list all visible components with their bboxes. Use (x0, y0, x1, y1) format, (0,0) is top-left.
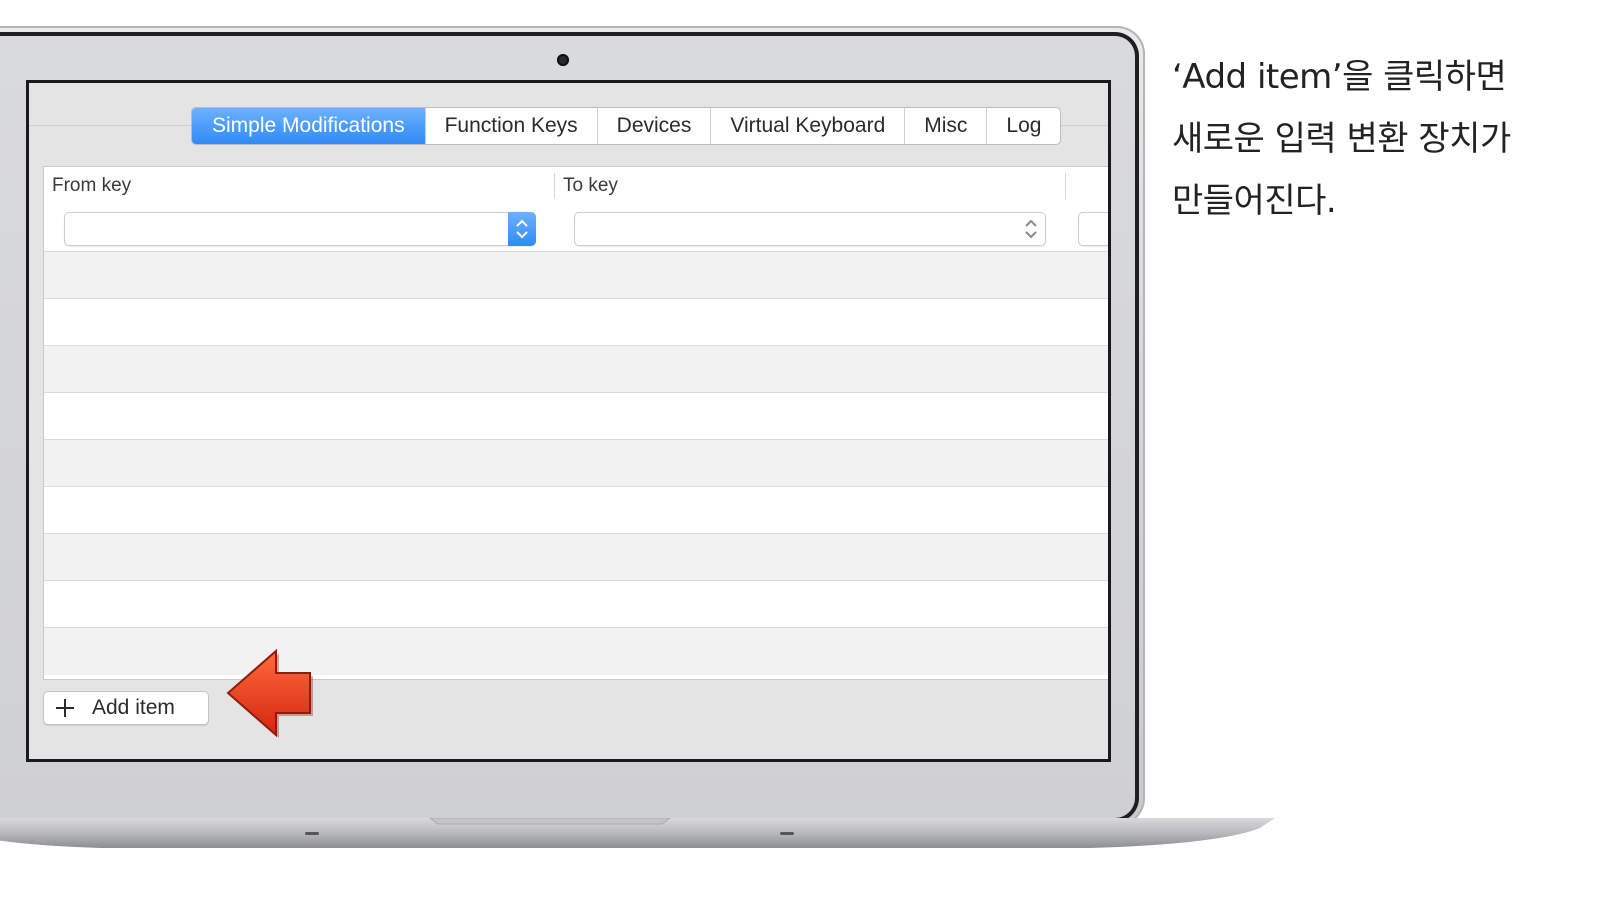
table-row (44, 628, 1108, 675)
table-row (44, 440, 1108, 487)
tab-bar: Simple Modifications Function Keys Devic… (191, 107, 1062, 145)
delete-column-button[interactable] (1078, 212, 1108, 246)
table-row (44, 534, 1108, 581)
tab-log[interactable]: Log (987, 108, 1060, 144)
plus-icon (54, 697, 76, 719)
caption: ‘Add item’을 클릭하면 새로운 입력 변환 장치가 만들어진다. (1172, 46, 1582, 232)
add-item-label: Add item (92, 696, 175, 719)
table-row (44, 205, 1108, 252)
tab-misc[interactable]: Misc (905, 108, 988, 144)
laptop-base (0, 818, 1275, 848)
to-key-stepper[interactable] (1017, 213, 1045, 245)
table-header: From key To key (44, 167, 1108, 206)
column-divider[interactable] (554, 173, 555, 199)
caption-line: 만들어진다. (1172, 181, 1337, 221)
camera-icon (557, 54, 569, 66)
from-key-stepper[interactable] (508, 212, 536, 246)
tab-devices[interactable]: Devices (598, 108, 712, 144)
table-row (44, 299, 1108, 346)
tab-virtual-keyboard[interactable]: Virtual Keyboard (711, 108, 906, 144)
chevron-up-down-icon (1025, 219, 1037, 239)
tab-function-keys[interactable]: Function Keys (426, 108, 598, 144)
caption-line: ‘Add item’을 클릭하면 (1172, 57, 1507, 97)
column-header-to-key: To key (563, 175, 618, 196)
to-key-select[interactable] (574, 212, 1046, 246)
caption-line: 새로운 입력 변환 장치가 (1172, 119, 1511, 159)
modifications-table: From key To key (43, 166, 1108, 680)
table-row (44, 393, 1108, 440)
table-row (44, 581, 1108, 628)
table-row (44, 346, 1108, 393)
from-key-select[interactable] (64, 212, 536, 246)
table-row (44, 252, 1108, 299)
app-window: Simple Modifications Function Keys Devic… (26, 80, 1111, 762)
chevron-up-down-icon (516, 219, 528, 239)
column-header-from-key: From key (52, 175, 132, 196)
table-row (44, 487, 1108, 534)
column-divider[interactable] (1065, 173, 1066, 199)
tab-simple-modifications[interactable]: Simple Modifications (192, 108, 426, 144)
add-item-button[interactable]: Add item (43, 691, 209, 725)
red-arrow-icon (226, 648, 313, 738)
